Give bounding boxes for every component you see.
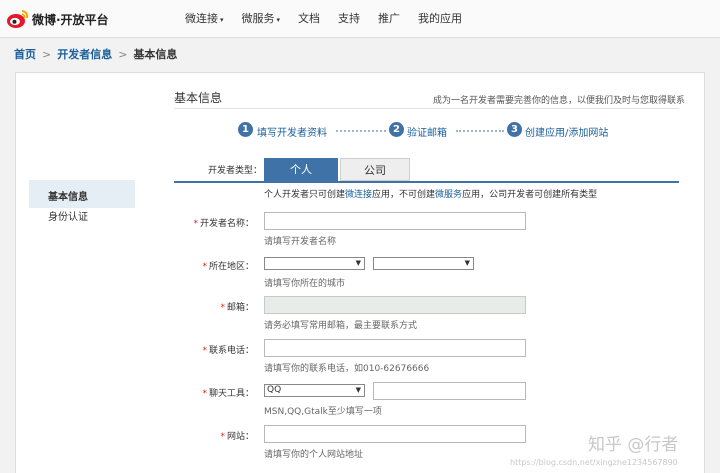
phone-help: 请填写你的联系电话，如010-62676666 — [264, 364, 430, 374]
breadcrumb: 首页 > 开发者信息 > 基本信息 — [14, 46, 177, 62]
developer-type-note: 个人开发者只可创建微连接应用，不可创建微服务应用，公司开发者可创建所有类型 — [264, 187, 597, 200]
website-label: * 网站： — [220, 432, 254, 442]
watermark: 知乎 @行者 — [588, 435, 679, 455]
watermark-url: https://blog.csdn.net/xingzhe1234567890 — [510, 458, 678, 467]
step-connector — [336, 130, 386, 132]
step-1-label: 填写开发者资料 — [257, 128, 327, 139]
nav-item-my-apps[interactable]: 我的应用 — [409, 0, 471, 38]
required-marker: * — [202, 389, 207, 399]
note-text: 个人开发者只可创建 — [264, 190, 346, 200]
city-select[interactable]: ▼ — [373, 257, 474, 270]
developer-type-label: 开发者类型： — [208, 166, 263, 176]
required-marker: * — [193, 219, 198, 229]
chevron-down-icon: ▾ — [220, 16, 224, 24]
step-connector — [456, 130, 504, 132]
step-2-label: 验证邮箱 — [407, 128, 447, 139]
sidebar-item-basic-info[interactable]: 基本信息 — [29, 180, 135, 208]
phone-label: * 联系电话： — [202, 346, 254, 356]
section-hint: 成为一名开发者需要完善你的信息，以便我们及时与您取得联系 — [433, 96, 686, 106]
tab-individual[interactable]: 个人 — [264, 158, 338, 181]
region-help: 请填写你所在的城市 — [264, 279, 346, 289]
note-text: 应用，不可创建 — [372, 190, 436, 200]
breadcrumb-current: 基本信息 — [133, 48, 178, 61]
breadcrumb-separator: > — [118, 48, 128, 61]
breadcrumb-separator: > — [42, 48, 52, 61]
im-type-select[interactable]: QQ ▼ — [264, 384, 365, 397]
micro-connect-link[interactable]: 微连接 — [345, 190, 372, 200]
website-input[interactable] — [264, 425, 526, 443]
province-select[interactable]: ▼ — [264, 257, 365, 270]
email-help: 请务必填写常用邮箱，最主要联系方式 — [264, 321, 418, 331]
chevron-down-icon: ▾ — [276, 16, 281, 24]
step-1-number: 1 — [238, 122, 253, 137]
nav-item-micro-connect[interactable]: 微连接 ▾ — [176, 0, 233, 38]
chevron-down-icon: ▼ — [355, 259, 361, 267]
developer-name-label: * 开发者名称： — [193, 219, 254, 229]
nav-item-support[interactable]: 支持 — [329, 0, 369, 38]
phone-input[interactable] — [264, 339, 526, 357]
chevron-down-icon: ▼ — [355, 386, 361, 394]
breadcrumb-developer-info[interactable]: 开发者信息 — [57, 48, 112, 61]
tab-company[interactable]: 公司 — [340, 158, 410, 181]
section-title: 基本信息 — [174, 91, 223, 105]
divider — [174, 108, 679, 109]
im-account-input[interactable] — [373, 382, 526, 400]
email-field[interactable] — [264, 296, 526, 314]
required-marker: * — [220, 303, 225, 313]
im-help: MSN,QQ,Gtalk至少填写一项 — [264, 407, 382, 417]
sidebar-item-identity-verification[interactable]: 身份认证 — [29, 208, 135, 227]
step-2-number: 2 — [389, 122, 404, 137]
developer-name-help: 请填写开发者名称 — [264, 237, 337, 247]
required-marker: * — [202, 262, 207, 272]
email-label: * 邮箱： — [220, 303, 254, 313]
im-label: * 聊天工具： — [202, 389, 254, 399]
sidebar: 基本信息 身份认证 — [29, 180, 135, 227]
tab-underline — [174, 181, 679, 183]
logo-text: 微博·开放平台 — [32, 13, 109, 27]
required-marker: * — [220, 432, 225, 442]
weibo-open-platform-logo[interactable]: 微博·开放平台 — [6, 8, 118, 30]
step-3-label: 创建应用/添加网站 — [525, 128, 609, 139]
chevron-down-icon: ▼ — [464, 259, 470, 267]
nav-item-docs[interactable]: 文档 — [289, 0, 329, 38]
breadcrumb-home[interactable]: 首页 — [14, 48, 36, 61]
developer-name-input[interactable] — [264, 212, 526, 230]
region-label: * 所在地区： — [202, 262, 254, 272]
nav-item-micro-service[interactable]: 微服务 ▾ — [233, 0, 290, 38]
top-navbar: 微博·开放平台 微连接 ▾ 微服务 ▾ 文档 支持 推广 我的应用 — [0, 0, 720, 38]
required-marker: * — [202, 346, 207, 356]
nav-item-promotion[interactable]: 推广 — [369, 0, 409, 38]
micro-service-link[interactable]: 微服务 — [435, 190, 462, 200]
note-text: 应用，公司开发者可创建所有类型 — [462, 190, 598, 200]
weibo-logo-icon — [7, 10, 29, 28]
step-3-number: 3 — [507, 122, 522, 137]
main-nav: 微连接 ▾ 微服务 ▾ 文档 支持 推广 我的应用 — [176, 0, 471, 38]
website-help: 请填写你的个人网站地址 — [264, 450, 364, 460]
